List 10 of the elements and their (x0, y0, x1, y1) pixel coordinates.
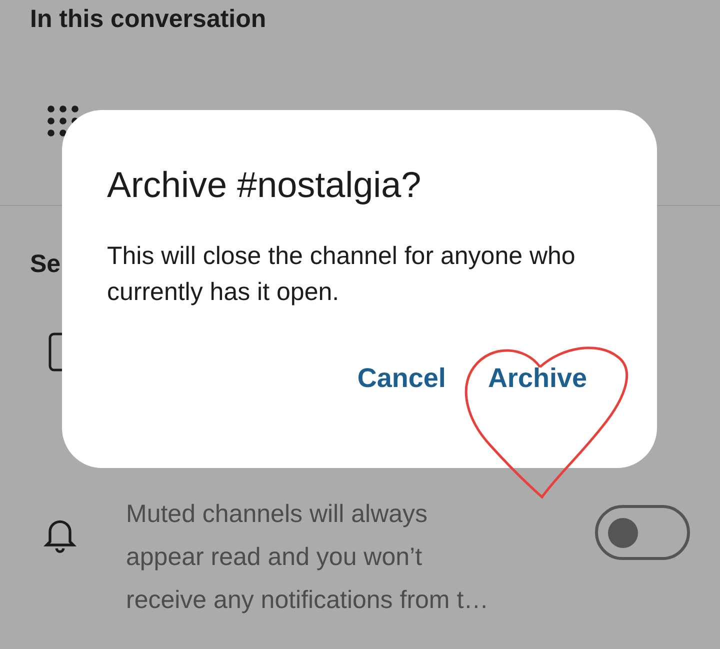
phone-icon (48, 332, 62, 372)
cancel-button[interactable]: Cancel (353, 354, 450, 402)
dialog-title: Archive #nostalgia? (107, 163, 422, 207)
dialog-message: This will close the channel for anyone who currently has it open. (107, 241, 576, 308)
setting-description: receive any notifications from t… (126, 585, 490, 616)
section-title: Se (30, 250, 61, 278)
section-title: In this conversation (30, 4, 266, 36)
setting-description: Muted channels will always (126, 499, 429, 530)
toggle-switch[interactable] (595, 505, 690, 560)
setting-description: appear read and you won’t (126, 542, 424, 573)
